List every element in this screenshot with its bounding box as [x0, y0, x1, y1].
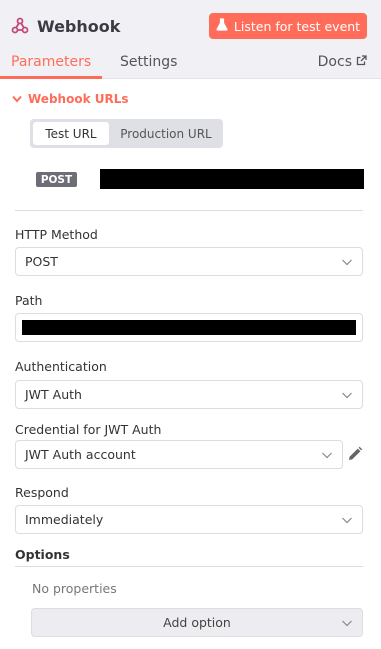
listen-for-test-event-button[interactable]: Listen for test event: [209, 13, 367, 39]
credential-label: Credential for JWT Auth: [15, 422, 162, 437]
options-divider: [15, 566, 363, 567]
chevron-down-icon: [322, 452, 332, 459]
path-label: Path: [15, 293, 43, 308]
path-value: [22, 320, 356, 335]
section-divider: [15, 210, 363, 211]
tab-parameters[interactable]: Parameters: [11, 54, 91, 70]
test-url-option[interactable]: Test URL: [33, 122, 109, 145]
tab-settings[interactable]: Settings: [120, 54, 177, 70]
webhook-urls-title: Webhook URLs: [28, 92, 129, 106]
webhook-urls-toggle[interactable]: Webhook URLs: [12, 92, 129, 106]
http-method-select[interactable]: POST: [15, 247, 363, 276]
chevron-down-icon: [342, 259, 352, 266]
http-method-badge: POST: [36, 172, 77, 187]
external-link-icon: [356, 54, 367, 70]
no-properties-text: No properties: [32, 581, 117, 596]
docs-link[interactable]: Docs: [318, 54, 367, 70]
chevron-down-icon: [12, 92, 22, 106]
node-title-row: Webhook: [10, 13, 120, 39]
chevron-down-icon: [342, 620, 352, 627]
credential-select[interactable]: JWT Auth account: [15, 440, 343, 469]
http-method-value: POST: [25, 254, 58, 269]
listen-button-label: Listen for test event: [233, 18, 361, 34]
respond-value: Immediately: [25, 512, 104, 527]
chevron-down-icon: [342, 517, 352, 524]
http-method-label: HTTP Method: [15, 227, 98, 242]
credential-value: JWT Auth account: [25, 447, 136, 462]
active-tab-indicator: [0, 76, 102, 79]
flask-icon: [216, 18, 228, 34]
authentication-value: JWT Auth: [25, 387, 82, 402]
edit-credential-icon[interactable]: [347, 446, 363, 462]
node-header: Webhook Listen for test event Parameters…: [0, 0, 381, 79]
respond-select[interactable]: Immediately: [15, 505, 363, 534]
authentication-select[interactable]: JWT Auth: [15, 380, 363, 409]
path-input[interactable]: [15, 313, 363, 342]
chevron-down-icon: [342, 392, 352, 399]
authentication-label: Authentication: [15, 359, 107, 374]
options-title: Options: [15, 547, 70, 562]
url-type-switch: Test URL Production URL: [30, 119, 223, 148]
add-option-label: Add option: [163, 615, 231, 630]
webhook-icon: [10, 16, 30, 36]
node-title: Webhook: [37, 16, 121, 36]
production-url-option[interactable]: Production URL: [112, 122, 220, 145]
add-option-select[interactable]: Add option: [31, 608, 363, 637]
webhook-url-value[interactable]: [100, 169, 364, 189]
respond-label: Respond: [15, 485, 69, 500]
docs-label: Docs: [317, 54, 352, 70]
tab-bar: Parameters Settings Docs: [0, 52, 381, 79]
